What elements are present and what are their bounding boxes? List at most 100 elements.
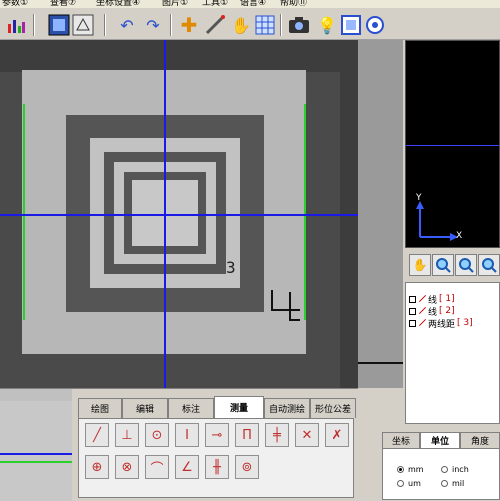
list-item[interactable]: 线 [ 1] bbox=[406, 293, 499, 306]
measure-tools: ╱ ⊥ ⊙ Ⅰ ⊸ Π ╪ ✕ ✗ ⊕ ⊗ ⌒ ∠ ╫ ⊚ bbox=[78, 418, 354, 498]
zoom-in-icon[interactable] bbox=[432, 254, 454, 276]
pan-hand-icon[interactable]: ✋ bbox=[409, 254, 431, 276]
settings-icon[interactable] bbox=[70, 12, 96, 38]
radio-indicator[interactable] bbox=[441, 480, 448, 487]
menu-item-tools[interactable]: 工具① bbox=[202, 0, 228, 8]
tab-tolerance[interactable]: 形位公差 bbox=[310, 398, 356, 418]
unit-label: um bbox=[408, 479, 421, 488]
view-icon[interactable] bbox=[338, 12, 364, 38]
image-strip-right bbox=[358, 40, 403, 388]
tab-angle[interactable]: 角度 bbox=[460, 432, 500, 448]
corner-mark-line bbox=[358, 362, 403, 364]
crosshair-icon[interactable]: ✚ bbox=[176, 12, 202, 38]
preview-green-line bbox=[0, 461, 72, 463]
unit-label: inch bbox=[452, 465, 469, 474]
list-item[interactable]: 线 [ 2] bbox=[406, 305, 499, 318]
measure-tool-icon[interactable] bbox=[202, 12, 228, 38]
minimap-hline bbox=[406, 145, 499, 146]
chart-icon[interactable] bbox=[3, 12, 29, 38]
radio-indicator[interactable] bbox=[397, 480, 404, 487]
unit-label: mm bbox=[408, 465, 424, 474]
distance-icon bbox=[418, 319, 426, 327]
arc-icon[interactable]: ⌒ bbox=[145, 455, 169, 479]
parallel-icon[interactable]: Ⅰ bbox=[175, 423, 199, 447]
edge-line-right[interactable] bbox=[304, 104, 306, 320]
zoom-out-icon[interactable] bbox=[455, 254, 477, 276]
light-icon[interactable]: 💡 bbox=[314, 12, 340, 38]
preview-blue-line bbox=[0, 453, 72, 455]
camera-icon[interactable] bbox=[286, 12, 312, 38]
y-axis-label: Y bbox=[416, 193, 422, 203]
tool-panel: 绘图 编辑 标注 测量 自动测绘 形位公差 ╱ ⊥ ⊙ Ⅰ ⊸ Π ╪ ✕ ✗ … bbox=[72, 388, 358, 500]
menu-item-params[interactable]: 参数① bbox=[2, 0, 28, 8]
crosshair-horizontal[interactable] bbox=[0, 214, 358, 216]
measurement-list: 线 [ 1] 线 [ 2] 两线距 [ 3] bbox=[405, 282, 500, 424]
menu-item-coordinate[interactable]: 坐标设置④ bbox=[96, 0, 140, 8]
line-icon bbox=[418, 295, 426, 303]
point-icon[interactable]: ⊙ bbox=[145, 423, 169, 447]
zoom-fit-icon[interactable] bbox=[478, 254, 500, 276]
cross-icon[interactable]: ╪ bbox=[265, 423, 289, 447]
target-icon[interactable] bbox=[362, 12, 388, 38]
tab-unit[interactable]: 单位 bbox=[420, 432, 460, 448]
unit-options: mm inch um mil bbox=[382, 448, 500, 500]
width-icon[interactable]: Π bbox=[235, 423, 259, 447]
open-image-icon[interactable] bbox=[46, 12, 72, 38]
unit-radio-mil[interactable]: mil bbox=[441, 479, 464, 488]
point-distance-icon[interactable]: ⊸ bbox=[205, 423, 229, 447]
image-viewer[interactable]: 3 bbox=[0, 40, 358, 388]
axis-indicator bbox=[416, 201, 458, 241]
unit-radio-mm[interactable]: mm bbox=[397, 465, 424, 474]
grid-icon[interactable] bbox=[252, 12, 278, 38]
preview-panel bbox=[0, 388, 72, 501]
redo-icon[interactable]: ↷ bbox=[140, 12, 166, 38]
circle-center-icon[interactable]: ⊕ bbox=[85, 455, 109, 479]
tab-annotate[interactable]: 标注 bbox=[168, 398, 214, 418]
angle-measure-icon[interactable]: ∠ bbox=[175, 455, 199, 479]
checkbox[interactable] bbox=[409, 307, 416, 315]
small-digit: 3 bbox=[226, 258, 236, 277]
item-index: [ 3] bbox=[457, 318, 473, 328]
item-index: [ 2] bbox=[439, 306, 455, 316]
two-line-distance-icon[interactable]: ╫ bbox=[205, 455, 229, 479]
radio-indicator[interactable] bbox=[397, 466, 404, 473]
angle-icon[interactable]: ✕ bbox=[295, 423, 319, 447]
checkbox[interactable] bbox=[409, 295, 416, 303]
circle-measure-icon[interactable]: ⊚ bbox=[235, 455, 259, 479]
zoom-toolbar: ✋ bbox=[405, 250, 500, 280]
unit-label: mil bbox=[452, 479, 465, 488]
undo-icon[interactable]: ↶ bbox=[114, 12, 140, 38]
tab-edit[interactable]: 编辑 bbox=[122, 398, 168, 418]
list-item[interactable]: 两线距 [ 3] bbox=[406, 317, 499, 330]
item-label: 两线距 bbox=[428, 319, 456, 330]
toolbar-separator bbox=[170, 14, 172, 36]
line-icon bbox=[418, 307, 426, 315]
unit-radio-inch[interactable]: inch bbox=[441, 465, 469, 474]
tab-measure[interactable]: 测量 bbox=[214, 396, 264, 418]
menu-bar: 参数① 查看⑦ 坐标设置④ 图片① 工具① 语言④ 帮助⑪ bbox=[0, 0, 500, 8]
circle-point-icon[interactable]: ⊗ bbox=[115, 455, 139, 479]
toolbar-separator bbox=[104, 14, 106, 36]
tab-draw[interactable]: 绘图 bbox=[78, 398, 122, 418]
hand-icon[interactable]: ✋ bbox=[228, 12, 254, 38]
unit-panel: 坐标 单位 角度 mm inch um mil bbox=[358, 424, 500, 500]
toolbar-separator bbox=[33, 14, 35, 36]
perpendicular-icon[interactable]: ⊥ bbox=[115, 423, 139, 447]
menu-item-view[interactable]: 查看⑦ bbox=[50, 0, 76, 8]
toolbar-separator bbox=[280, 14, 282, 36]
menu-item-help[interactable]: 帮助⑪ bbox=[280, 0, 307, 8]
tab-coordinate[interactable]: 坐标 bbox=[382, 432, 420, 448]
digit-four-mark bbox=[271, 290, 300, 321]
toolbar: ↶ ↷ ✚ ✋ 💡 bbox=[0, 8, 500, 40]
preview-image bbox=[0, 401, 72, 501]
intersect-icon[interactable]: ✗ bbox=[325, 423, 349, 447]
navigator-minimap[interactable]: Y X bbox=[405, 40, 500, 248]
menu-item-language[interactable]: 语言④ bbox=[240, 0, 266, 8]
edge-line-left[interactable] bbox=[23, 104, 25, 320]
unit-radio-um[interactable]: um bbox=[397, 479, 421, 488]
line-measure-icon[interactable]: ╱ bbox=[85, 423, 109, 447]
checkbox[interactable] bbox=[409, 319, 416, 327]
radio-indicator[interactable] bbox=[441, 466, 448, 473]
menu-item-image[interactable]: 图片① bbox=[162, 0, 188, 8]
tab-auto-measure[interactable]: 自动测绘 bbox=[264, 398, 310, 418]
